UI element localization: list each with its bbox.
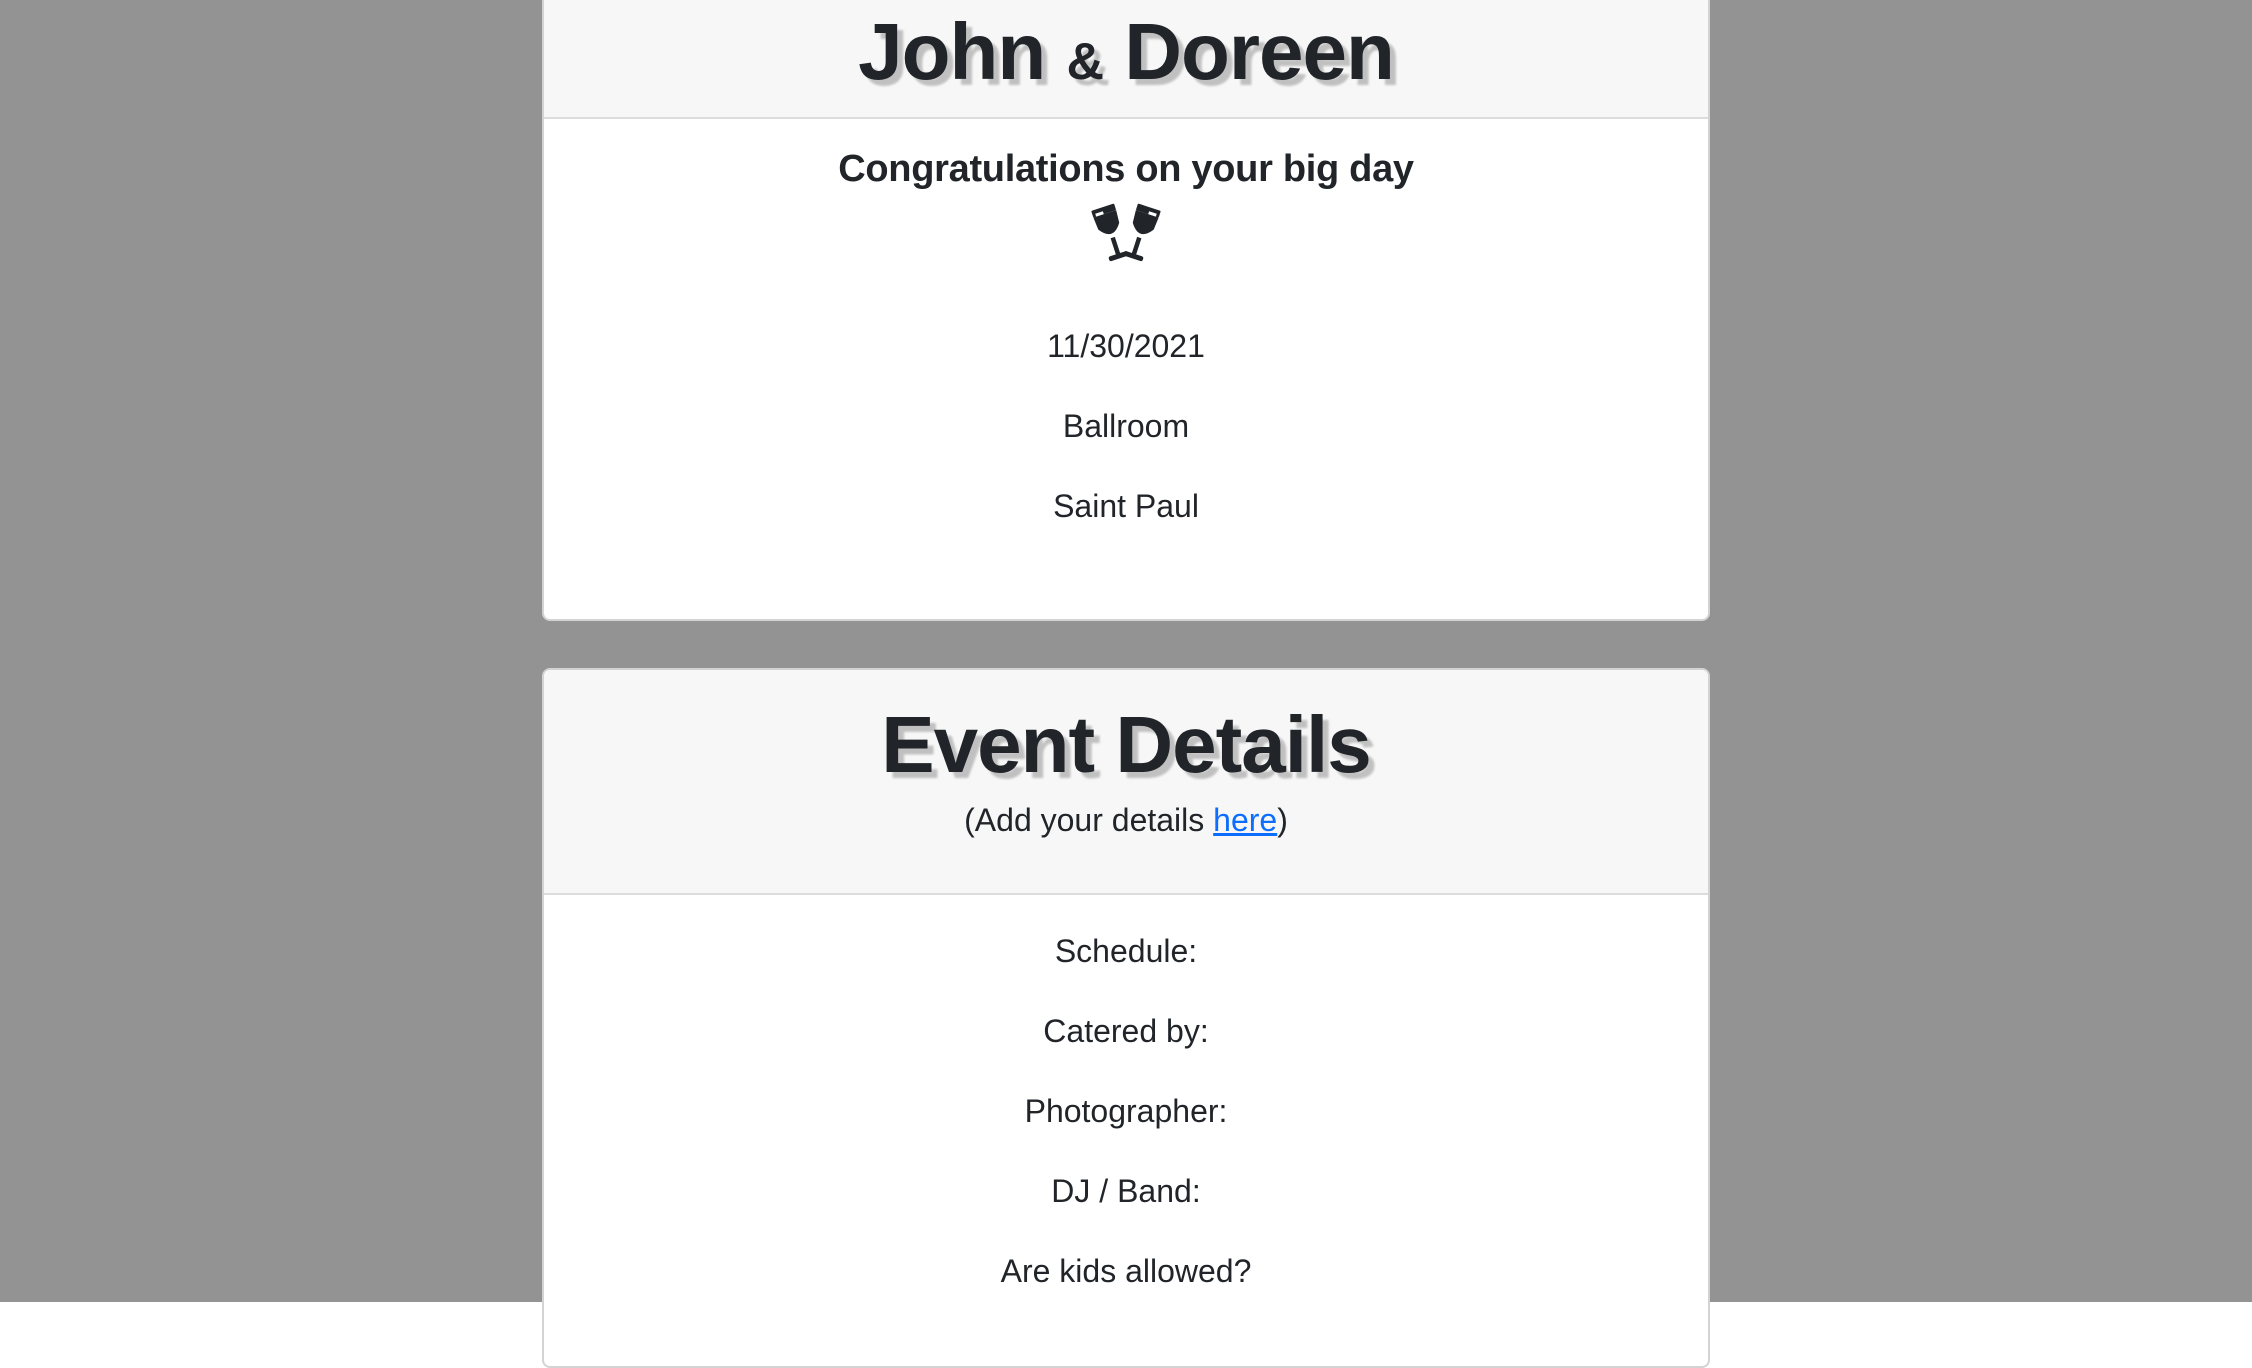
event-details-card: Event Details (Add your details here) Sc… [542, 668, 1710, 1368]
dj-band-label: DJ / Band: [1051, 1173, 1201, 1209]
event-venue: Ballroom [1062, 408, 1190, 444]
hint-prefix: (Add your details [964, 802, 1214, 838]
add-details-hint: (Add your details here) [544, 798, 1708, 842]
first-name: John [858, 7, 1046, 96]
second-name: Doreen [1124, 7, 1395, 96]
schedule-label: Schedule: [1054, 933, 1198, 969]
hint-suffix: ) [1277, 802, 1288, 838]
event-details-header: Event Details (Add your details here) [544, 670, 1708, 895]
couple-card: John & Doreen Congratulations on your bi… [542, 0, 1710, 621]
photographer-label: Photographer: [1024, 1093, 1228, 1129]
couple-card-header: John & Doreen [544, 0, 1708, 119]
catered-by-label: Catered by: [1043, 1013, 1209, 1049]
event-city: Saint Paul [1053, 488, 1199, 524]
glass-cheers-icon [1084, 200, 1168, 272]
congratulations-heading: Congratulations on your big day [838, 148, 1414, 190]
kids-allowed-label: Are kids allowed? [1000, 1253, 1252, 1289]
add-details-link[interactable]: here [1213, 802, 1277, 838]
ampersand: & [1066, 33, 1104, 91]
event-date: 11/30/2021 [1047, 328, 1205, 364]
event-details-title: Event Details [881, 700, 1371, 789]
couple-names: John & Doreen [544, 2, 1708, 102]
